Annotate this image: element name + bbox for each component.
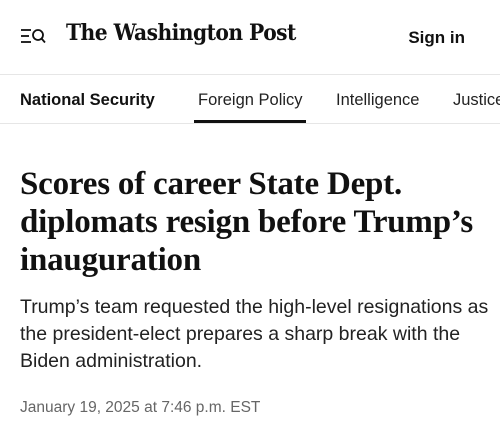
subnav-item-foreign-policy[interactable]: Foreign Policy bbox=[198, 91, 303, 110]
article-headline: Scores of career State Dept. diplomats r… bbox=[20, 166, 474, 278]
active-tab-indicator bbox=[194, 120, 306, 123]
menu-search-icon[interactable] bbox=[20, 27, 46, 47]
sign-in-button[interactable]: Sign in bbox=[408, 28, 465, 48]
site-logo[interactable]: The Washington Post bbox=[66, 20, 296, 46]
site-header: The Washington Post Sign in bbox=[0, 0, 500, 75]
subnav-section-national-security[interactable]: National Security bbox=[20, 91, 155, 110]
article-dek: Trump’s team requested the high-level re… bbox=[20, 296, 489, 372]
article-timestamp: January 19, 2025 at 7:46 p.m. EST bbox=[20, 399, 261, 416]
section-subnav: National Security Foreign Policy Intelli… bbox=[0, 76, 500, 124]
subnav-item-justice[interactable]: Justice bbox=[453, 91, 500, 110]
subnav-item-intelligence[interactable]: Intelligence bbox=[336, 91, 419, 110]
